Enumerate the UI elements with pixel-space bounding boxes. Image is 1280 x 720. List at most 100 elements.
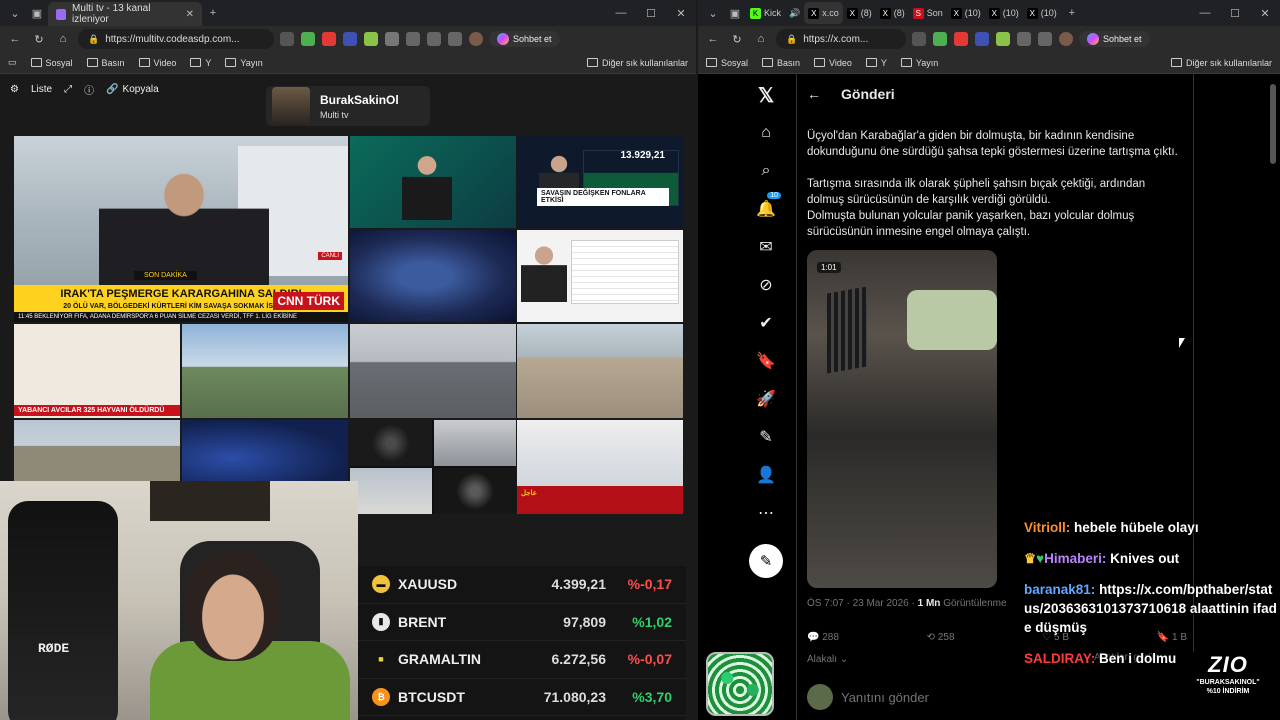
back-icon[interactable]: ← bbox=[6, 33, 24, 45]
extension-icon[interactable] bbox=[912, 32, 926, 46]
bookmark-folder[interactable]: Sosyal bbox=[706, 58, 748, 68]
back-icon[interactable]: ← bbox=[704, 33, 722, 45]
copilot-chat-button[interactable]: Sohbet et bbox=[1079, 31, 1150, 47]
maximize-icon[interactable]: ☐ bbox=[636, 7, 666, 20]
extension-icon[interactable] bbox=[933, 32, 947, 46]
channel-card[interactable]: BurakSakinOl Multi tv bbox=[266, 86, 430, 126]
back-arrow-icon[interactable]: ← bbox=[807, 86, 821, 102]
favorites-icon[interactable] bbox=[1038, 32, 1052, 46]
copy-button[interactable]: 🔗 Kopyala bbox=[106, 84, 159, 95]
minimize-icon[interactable]: — bbox=[1190, 7, 1220, 20]
close-tab-icon[interactable]: ✕ bbox=[186, 9, 194, 20]
bookmark-folder[interactable]: Y bbox=[865, 58, 887, 68]
tv-feed[interactable] bbox=[182, 324, 348, 418]
tv-feed[interactable] bbox=[14, 420, 180, 484]
workspaces-icon[interactable]: ▣ bbox=[724, 2, 746, 24]
tv-feed[interactable]: عاجل bbox=[517, 420, 683, 514]
tab-multitv[interactable]: Multi tv - 13 kanal izleniyor ✕ bbox=[48, 2, 202, 26]
minimize-icon[interactable]: — bbox=[606, 7, 636, 20]
other-bookmarks[interactable]: Diğer sık kullanılanlar bbox=[1170, 58, 1272, 68]
reply-input[interactable]: Yanıtını gönder bbox=[841, 690, 929, 705]
sort-replies-button[interactable]: Alakalı ⌄ bbox=[807, 654, 848, 665]
tv-feed[interactable] bbox=[517, 230, 683, 322]
home-icon[interactable]: ⌂ bbox=[54, 33, 72, 45]
grok-icon[interactable]: ⊘ bbox=[753, 272, 779, 298]
tv-feed[interactable] bbox=[350, 324, 516, 418]
close-window-icon[interactable]: ✕ bbox=[666, 7, 696, 20]
reply-composer[interactable]: Yanıtını gönder bbox=[807, 684, 1187, 710]
scrollbar[interactable] bbox=[1270, 84, 1276, 164]
new-tab-icon[interactable]: + bbox=[202, 2, 224, 24]
tab-news[interactable]: S Son bbox=[909, 2, 947, 24]
bookmark-folder[interactable]: Sosyal bbox=[30, 58, 73, 68]
post-video[interactable]: 1:01 bbox=[807, 250, 997, 588]
reload-icon[interactable]: ↻ bbox=[30, 33, 48, 46]
tv-feed-grid[interactable] bbox=[350, 420, 516, 514]
workspaces-icon[interactable]: ▣ bbox=[26, 2, 48, 24]
extension-icon[interactable] bbox=[975, 32, 989, 46]
bookmark-folder[interactable]: Video bbox=[814, 58, 852, 68]
search-icon[interactable]: ⌕ bbox=[753, 158, 779, 184]
repost-button[interactable]: ⟲ 258 bbox=[927, 632, 955, 643]
tab-x[interactable]: X (10) bbox=[985, 2, 1023, 24]
reload-icon[interactable]: ↻ bbox=[728, 33, 746, 46]
extension-icon[interactable] bbox=[364, 32, 378, 46]
tab-x-active[interactable]: Xx.co bbox=[804, 2, 843, 24]
fullscreen-button[interactable]: ⤢ bbox=[64, 84, 72, 95]
tab-x[interactable]: X (8) bbox=[876, 2, 909, 24]
tv-feed[interactable] bbox=[517, 324, 683, 418]
new-tab-icon[interactable]: + bbox=[1061, 2, 1083, 24]
tv-feed[interactable] bbox=[350, 136, 516, 228]
profile-icon[interactable]: 👤 bbox=[753, 462, 779, 488]
bookmark-folder[interactable]: Yayın bbox=[900, 58, 938, 68]
notifications-icon[interactable]: 🔔 10 bbox=[753, 192, 781, 222]
favorites-icon[interactable] bbox=[427, 32, 441, 46]
bookmark-folder[interactable]: Video bbox=[138, 58, 176, 68]
bookmark-folder[interactable]: Y bbox=[190, 58, 211, 68]
info-button[interactable]: ⓘ bbox=[84, 82, 94, 97]
bookmark-icon[interactable]: 🔖 bbox=[753, 348, 779, 374]
tv-feed-main[interactable]: CANLI SON DAKİKA IRAK'TA PEŞMERGE KARARG… bbox=[14, 136, 348, 322]
tv-feed[interactable] bbox=[350, 230, 516, 322]
extension-icon[interactable] bbox=[343, 32, 357, 46]
tab-audio[interactable]: 🔊 bbox=[785, 2, 804, 24]
bookmark-folder[interactable]: Yayın bbox=[225, 58, 263, 68]
compose-post-button[interactable]: ✎ bbox=[749, 544, 783, 578]
address-bar[interactable]: 🔒 https://multitv.codeasdp.com... bbox=[78, 29, 274, 49]
tab-kick[interactable]: K Kick bbox=[746, 2, 785, 24]
rocket-icon[interactable]: 🚀 bbox=[753, 386, 779, 412]
tab-x[interactable]: X (8) bbox=[843, 2, 876, 24]
copilot-chat-button[interactable]: Sohbet et bbox=[489, 31, 560, 47]
extension-icon[interactable] bbox=[301, 32, 315, 46]
collections-icon[interactable] bbox=[448, 32, 462, 46]
list-button[interactable]: Liste bbox=[31, 84, 52, 95]
tab-x[interactable]: X (10) bbox=[1023, 2, 1061, 24]
close-window-icon[interactable]: ✕ bbox=[1250, 7, 1280, 20]
extension-icon[interactable] bbox=[385, 32, 399, 46]
profile-avatar[interactable] bbox=[1059, 32, 1073, 46]
tv-feed[interactable] bbox=[182, 420, 348, 484]
bookmark-folder[interactable]: Basın bbox=[762, 58, 800, 68]
extension-icon[interactable] bbox=[954, 32, 968, 46]
reply-button[interactable]: 💬 288 bbox=[807, 632, 839, 643]
extension-icon[interactable] bbox=[322, 32, 336, 46]
home-icon[interactable]: ⌂ bbox=[753, 120, 779, 146]
address-bar[interactable]: 🔒 https://x.com... bbox=[776, 29, 906, 49]
tab-x[interactable]: X (10) bbox=[947, 2, 985, 24]
more-icon[interactable]: ⋯ bbox=[753, 500, 779, 526]
tab-list-icon[interactable]: ⌄ bbox=[702, 2, 724, 24]
tv-feed[interactable]: YABANCI AVCILAR 325 HAYVANI ÖLDÜRDÜ bbox=[14, 324, 180, 418]
bookmark-folder[interactable]: Basın bbox=[86, 58, 125, 68]
tab-list-icon[interactable]: ⌄ bbox=[4, 2, 26, 24]
articles-icon[interactable]: ✎ bbox=[753, 424, 779, 450]
settings-button[interactable]: ⚙ bbox=[10, 84, 19, 95]
extension-icon[interactable] bbox=[996, 32, 1010, 46]
x-logo-icon[interactable]: 𝕏 bbox=[753, 82, 779, 108]
home-icon[interactable]: ⌂ bbox=[752, 33, 770, 45]
split-screen-icon[interactable] bbox=[1017, 32, 1031, 46]
maximize-icon[interactable]: ☐ bbox=[1220, 7, 1250, 20]
verified-icon[interactable]: ✔ bbox=[753, 310, 779, 336]
split-screen-icon[interactable] bbox=[406, 32, 420, 46]
messages-icon[interactable]: ✉ bbox=[753, 234, 779, 260]
tv-feed[interactable]: 13.929,21 SAVAŞIN DEĞİŞKEN FONLARA ETKİS… bbox=[517, 136, 683, 228]
